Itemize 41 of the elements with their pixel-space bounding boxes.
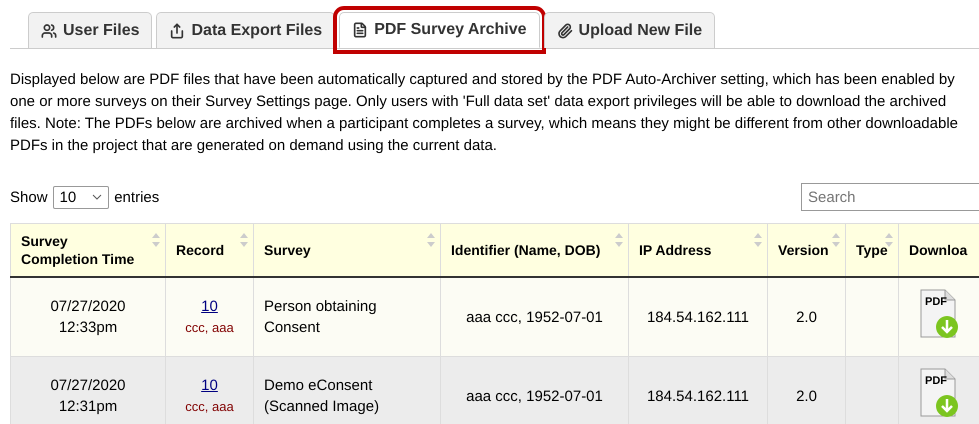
- table-cell: 2.0: [768, 277, 846, 356]
- column-header[interactable]: Survey: [254, 224, 440, 277]
- tab[interactable]: Data Export Files: [156, 12, 336, 48]
- table-cell: aaa ccc, 1952-07-01: [440, 356, 628, 424]
- table-cell: Person obtaining Consent: [254, 277, 440, 356]
- sort-icon: [427, 232, 435, 248]
- tab[interactable]: Upload New File: [544, 12, 716, 48]
- table-cell: 07/27/2020 12:33pm: [10, 277, 166, 356]
- table-cell: 07/27/2020 12:31pm: [10, 356, 166, 424]
- sort-icon: [152, 232, 160, 248]
- table-cell: 184.54.162.111: [628, 356, 768, 424]
- sort-icon: [615, 232, 623, 248]
- description-text: Displayed below are PDF files that have been automatically captured and stored by the PDF Auto-Archiver setting, which has been enabled by one or more surveys on their Survey Settings page. Only users with 'Full data set' data export privileges will be able to download the archived files. Note: The PDFs below are archived when a participant completes a survey, which means they might be different from other downloadable PDFs in the project that are generated on demand using the current data.: [10, 70, 959, 156]
- document-icon: [352, 22, 368, 38]
- sort-icon: [240, 232, 248, 248]
- sort-icon: [832, 232, 840, 248]
- table-cell: aaa ccc, 1952-07-01: [440, 277, 628, 356]
- entries-label: entries: [114, 188, 160, 206]
- entries-select[interactable]: 10: [52, 186, 110, 208]
- column-header[interactable]: Survey Completion Time: [10, 224, 166, 277]
- search-field[interactable]: Search: [801, 183, 979, 211]
- table-cell: 184.54.162.111: [628, 277, 768, 356]
- users-icon: [41, 22, 57, 38]
- column-header[interactable]: Type: [846, 224, 898, 277]
- show-label: Show: [10, 188, 48, 206]
- column-header[interactable]: Record: [166, 224, 254, 277]
- column-header[interactable]: Version: [768, 224, 846, 277]
- record-link[interactable]: 10: [176, 375, 243, 396]
- column-header[interactable]: IP Address: [628, 224, 768, 277]
- paperclip-icon: [556, 22, 573, 38]
- record-name: ccc, aaa: [184, 398, 235, 416]
- record-name: ccc, aaa: [184, 319, 235, 337]
- sort-icon: [754, 232, 762, 248]
- column-header[interactable]: Identifier (Name, DOB): [440, 224, 628, 277]
- table-cell: Demo eConsent (Scanned Image): [254, 356, 440, 424]
- table-cell: 2.0: [768, 356, 846, 424]
- column-header[interactable]: Downloa: [898, 224, 979, 277]
- share-icon: [169, 22, 186, 38]
- caret-icon: [92, 194, 102, 200]
- tab[interactable]: User Files: [28, 12, 152, 48]
- record-link[interactable]: 10: [176, 296, 243, 317]
